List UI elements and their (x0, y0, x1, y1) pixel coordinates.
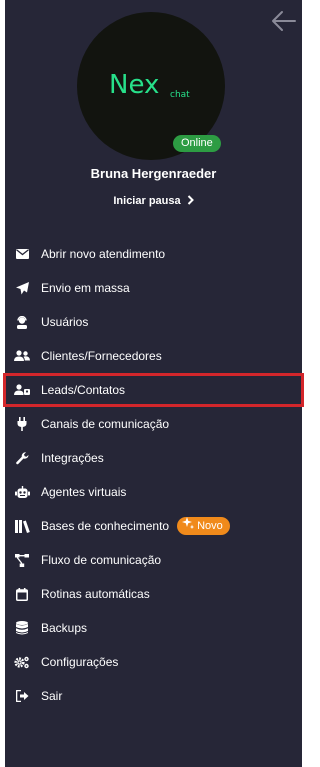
pause-label: Iniciar pausa (113, 195, 181, 207)
flow-icon (14, 552, 30, 568)
menu-item-label: Integrações (41, 451, 104, 465)
pause-button[interactable]: Iniciar pausa (5, 195, 302, 208)
nexchat-logo: Nex chat (109, 70, 190, 100)
chevron-right-icon (187, 195, 194, 208)
calendar-icon (14, 586, 30, 602)
menu-item-canais-de-comunicacao[interactable]: Canais de comunicação (5, 407, 302, 441)
menu-item-label: Sair (41, 689, 63, 703)
menu-item-label: Agentes virtuais (41, 485, 127, 499)
user-headset-icon (14, 314, 30, 330)
menu-item-label: Rotinas automáticas (41, 587, 150, 601)
gears-icon (14, 654, 30, 670)
new-badge: Novo (177, 517, 230, 535)
wrench-icon (14, 450, 30, 466)
new-badge-label: Novo (197, 520, 223, 532)
database-icon (14, 620, 30, 636)
user-name: Bruna Hergenraeder (90, 166, 217, 181)
books-icon (14, 518, 30, 534)
menu-item-label: Leads/Contatos (41, 383, 126, 397)
menu-item-label: Backups (41, 621, 88, 635)
menu-item-label: Abrir novo atendimento (41, 247, 166, 261)
menu-item-usuarios[interactable]: Usuários (5, 305, 302, 339)
contacts-icon (14, 382, 30, 398)
sparkle-icon (182, 517, 195, 535)
svg-text:chat: chat (170, 90, 190, 100)
svg-text:Nex: Nex (109, 70, 159, 100)
menu-item-leads-contatos[interactable]: Leads/Contatos (3, 373, 304, 407)
menu-item-label: Configurações (41, 655, 119, 669)
menu-item-backups[interactable]: Backups (5, 611, 302, 645)
back-arrow-icon[interactable] (268, 8, 298, 34)
menu-item-abrir-novo-atendimento[interactable]: Abrir novo atendimento (5, 237, 302, 271)
users-icon (14, 348, 30, 364)
status-badge: Online (173, 135, 221, 152)
menu-item-label: Envio em massa (41, 281, 130, 295)
robot-icon (14, 484, 30, 500)
menu-item-label: Clientes/Fornecedores (41, 349, 162, 363)
menu-list: Abrir novo atendimento Envio em massa Us… (3, 237, 304, 713)
menu-item-rotinas-automaticas[interactable]: Rotinas automáticas (5, 577, 302, 611)
menu-item-fluxo-de-comunicacao[interactable]: Fluxo de comunicação (5, 543, 302, 577)
envelope-icon (14, 246, 30, 262)
sign-out-icon (14, 688, 30, 704)
sidebar-panel: Nex chat Online Bruna Hergenraeder Inici… (3, 0, 304, 767)
menu-item-label: Usuários (41, 315, 89, 329)
menu-item-sair[interactable]: Sair (5, 679, 302, 713)
menu-item-clientes-fornecedores[interactable]: Clientes/Fornecedores (5, 339, 302, 373)
menu-item-label: Canais de comunicação (41, 417, 170, 431)
menu-item-agentes-virtuais[interactable]: Agentes virtuais (5, 475, 302, 509)
menu-item-integracoes[interactable]: Integrações (5, 441, 302, 475)
plug-icon (14, 416, 30, 432)
paper-plane-icon (14, 280, 30, 296)
menu-item-configuracoes[interactable]: Configurações (5, 645, 302, 679)
menu-item-envio-em-massa[interactable]: Envio em massa (5, 271, 302, 305)
menu-item-bases-de-conhecimento[interactable]: Bases de conhecimento Novo (5, 509, 302, 543)
menu-item-label: Fluxo de comunicação (41, 553, 162, 567)
menu-item-label: Bases de conhecimento (41, 519, 170, 533)
